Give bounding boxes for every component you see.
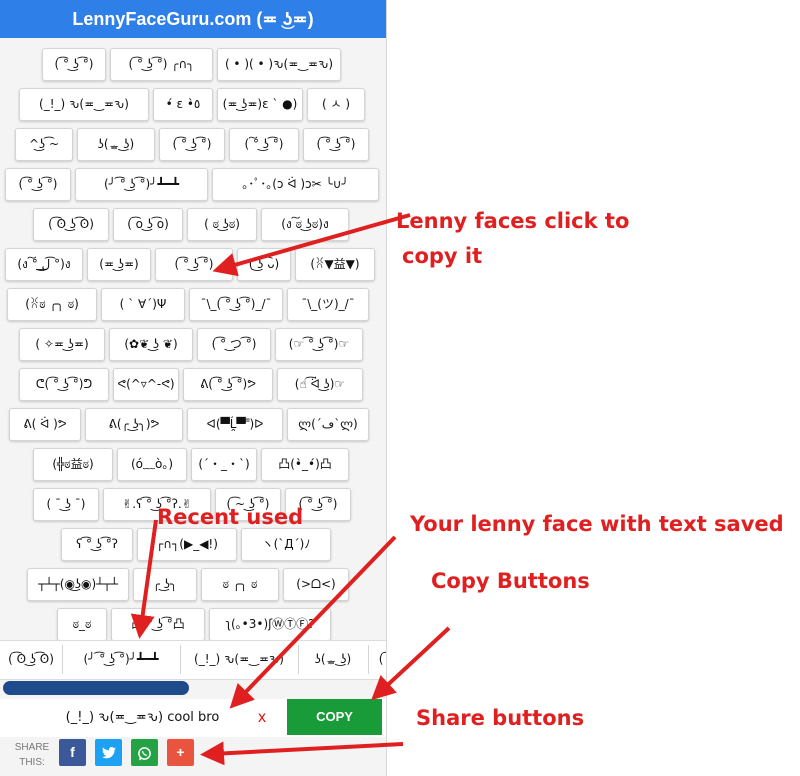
arrow-to-saved-text [229, 535, 397, 709]
arrow-to-copy-button [371, 626, 451, 701]
arrow-to-share-buttons [200, 741, 404, 766]
arrow-to-faces [212, 213, 411, 277]
arrow-to-recent [130, 519, 158, 639]
annotation-arrows [130, 213, 451, 766]
